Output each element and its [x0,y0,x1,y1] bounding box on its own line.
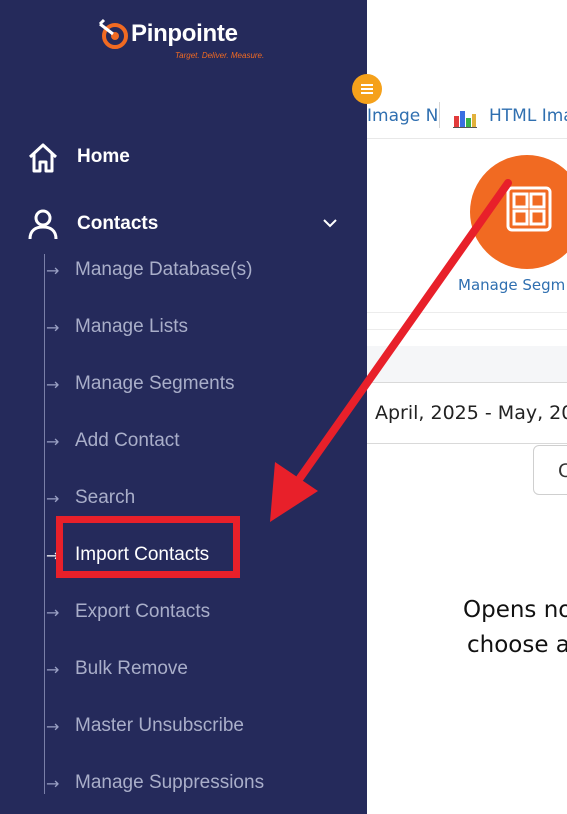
user-icon [28,209,58,240]
sidebar-subitem-search[interactable]: → Search [44,484,344,514]
image-link[interactable]: Image N [367,106,438,126]
arrow-right-icon: → [46,603,60,622]
arrow-right-icon: → [46,261,60,280]
sidebar-item-label: Home [77,146,130,167]
arrow-right-icon: → [46,432,60,451]
empty-state-message-2: choose a [467,632,567,658]
sidebar-subitem-label: Manage Suppressions [75,772,265,793]
report-button-label: C [558,460,567,482]
report-button[interactable]: C [533,445,567,495]
toolbar-separator [439,102,440,128]
sidebar: Pinpointe Target. Deliver. Measure. Home… [0,0,367,814]
sidebar-subitem-label: Manage Lists [75,316,189,337]
sidebar-subitem-add-contact[interactable]: → Add Contact [44,427,344,457]
sidebar-item-label: Contacts [77,213,159,234]
toolbar: Image N HTML Ima [367,98,567,138]
html-image-link[interactable]: HTML Ima [489,106,567,126]
hamburger-icon[interactable] [352,74,382,104]
date-range-value: April, 2025 - May, 20 [375,402,567,424]
arrow-right-icon: → [46,774,60,793]
target-logo-icon [98,18,128,49]
manage-segments-label[interactable]: Manage Segm [458,276,565,294]
sidebar-subitem-export-contacts[interactable]: → Export Contacts [44,598,344,628]
arrow-right-icon: → [46,660,60,679]
logo[interactable]: Pinpointe Target. Deliver. Measure. [97,16,297,66]
sidebar-subitem-master-unsubscribe[interactable]: → Master Unsubscribe [44,712,344,742]
brand-name: Pinpointe [131,20,238,47]
arrow-right-icon: → [46,375,60,394]
sidebar-subitem-label: Bulk Remove [75,658,188,679]
sidebar-subitem-manage-databases[interactable]: → Manage Database(s) [44,256,344,286]
arrow-right-icon: → [46,717,60,736]
empty-state-message: Opens no [463,597,567,623]
sidebar-subitem-bulk-remove[interactable]: → Bulk Remove [44,655,344,685]
chevron-down-icon[interactable] [322,216,338,230]
divider [367,329,567,330]
segments-grid-icon [506,186,552,232]
sidebar-item-contacts[interactable]: Contacts [26,208,356,244]
date-range-picker[interactable]: April, 2025 - May, 20 [367,382,567,444]
arrow-right-icon: → [46,489,60,508]
sidebar-subitem-label: Master Unsubscribe [75,715,244,736]
main-content: Image N HTML Ima Manage Segm April, 2025… [367,0,567,814]
sidebar-subitem-label: Manage Segments [75,373,235,394]
sidebar-subitem-label: Add Contact [75,430,180,451]
home-icon [28,143,58,173]
sidebar-item-home[interactable]: Home [26,141,356,177]
bar-chart-icon[interactable] [453,108,477,128]
highlight-box [56,516,240,578]
sidebar-subitem-label: Search [75,487,136,508]
divider [367,312,567,313]
divider [367,138,567,139]
brand-tagline: Target. Deliver. Measure. [175,51,265,60]
arrow-right-icon: → [46,318,60,337]
sidebar-subitem-label: Manage Database(s) [75,259,253,280]
sidebar-subitem-label: Export Contacts [75,601,211,622]
sidebar-subitem-manage-suppressions[interactable]: → Manage Suppressions [44,769,344,799]
sidebar-subitem-manage-lists[interactable]: → Manage Lists [44,313,344,343]
sidebar-subitem-manage-segments[interactable]: → Manage Segments [44,370,344,400]
